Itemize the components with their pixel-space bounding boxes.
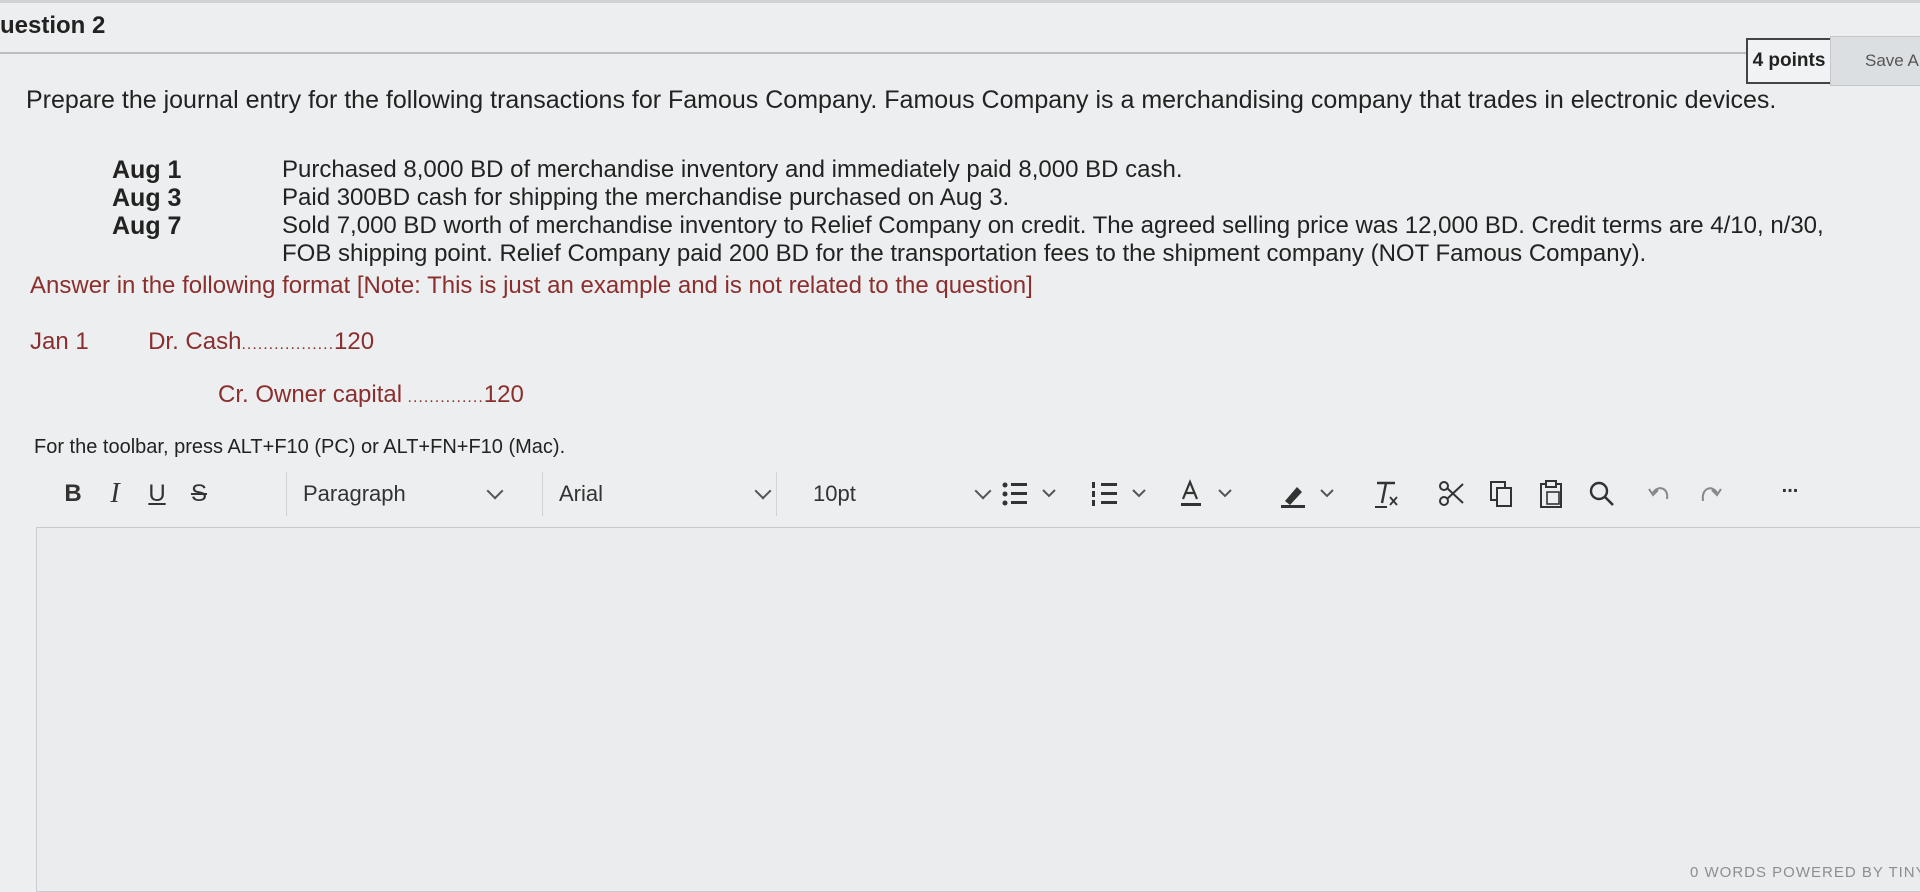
italic-button[interactable]: I xyxy=(98,474,132,514)
text-color-button[interactable] xyxy=(1176,474,1246,514)
top-divider xyxy=(0,0,1920,3)
editor-footer-status: 0 WORDS POWERED BY TINY xyxy=(1690,864,1920,881)
transaction-date: Aug 3 xyxy=(112,184,182,212)
undo-icon xyxy=(1648,487,1669,500)
redo-icon xyxy=(1701,487,1722,502)
copy-icon xyxy=(1490,481,1512,507)
font-size-select[interactable]: 10pt xyxy=(776,472,1007,516)
paragraph-select[interactable]: Paragraph xyxy=(286,472,537,516)
example-credit-line: Cr. Owner capital ..............120 xyxy=(218,381,524,409)
cut-button[interactable] xyxy=(1432,474,1472,514)
redo-button[interactable] xyxy=(1690,474,1730,514)
question-prompt: Prepare the journal entry for the follow… xyxy=(26,86,1777,114)
transaction-text: Purchased 8,000 BD of merchandise invent… xyxy=(282,156,1183,183)
numbered-list-button[interactable] xyxy=(1086,474,1156,514)
example-credit-amount: 120 xyxy=(483,381,524,408)
editor-toolbar: B I U S Paragraph Arial 10pt ... xyxy=(36,462,1920,528)
example-debit-amount: 120 xyxy=(334,328,375,355)
find-replace-button[interactable] xyxy=(1582,474,1622,514)
transaction-descriptions: Purchased 8,000 BD of merchandise invent… xyxy=(282,156,1824,268)
clipboard-icon xyxy=(1540,480,1562,508)
clear-formatting-icon xyxy=(1375,481,1398,508)
highlight-color-button[interactable] xyxy=(1276,474,1346,514)
paragraph-select-value: Paragraph xyxy=(303,481,406,506)
question-header-rule xyxy=(0,52,1746,54)
paste-button[interactable] xyxy=(1532,474,1572,514)
transaction-date: Aug 7 xyxy=(112,212,182,240)
transaction-date: Aug 1 xyxy=(112,156,182,184)
font-family-select[interactable]: Arial xyxy=(542,472,793,516)
undo-button[interactable] xyxy=(1640,474,1680,514)
points-badge: 4 points xyxy=(1746,38,1830,84)
example-credit-label: Cr. Owner capital xyxy=(218,381,403,408)
answer-format-note: Answer in the following format [Note: Th… xyxy=(30,272,1033,299)
bold-button[interactable]: B xyxy=(56,474,90,514)
transaction-dates: Aug 1 Aug 3 Aug 7 xyxy=(112,156,181,240)
copy-button[interactable] xyxy=(1482,474,1522,514)
strikethrough-button[interactable]: S xyxy=(182,474,216,514)
example-debit-dots: ................. xyxy=(241,336,335,353)
bullet-list-button[interactable] xyxy=(996,474,1066,514)
save-answer-button[interactable]: Save A xyxy=(1830,36,1920,86)
highlighter-icon xyxy=(1281,487,1334,508)
more-options-button[interactable]: ... xyxy=(1770,466,1810,506)
chevron-down-icon xyxy=(974,482,992,500)
transaction-text: Sold 7,000 BD worth of merchandise inven… xyxy=(282,212,1824,239)
example-credit-dots: .............. xyxy=(402,389,484,406)
scissors-icon xyxy=(1439,481,1464,506)
example-debit-line: Jan 1 Dr. Cash.................120 xyxy=(30,328,374,356)
font-family-select-value: Arial xyxy=(559,481,604,506)
chevron-down-icon xyxy=(486,482,504,500)
font-size-select-value: 10pt xyxy=(813,481,856,506)
transaction-text: Paid 300BD cash for shipping the merchan… xyxy=(282,184,1010,211)
example-debit-label: Dr. Cash xyxy=(148,328,242,355)
example-date: Jan 1 xyxy=(30,328,89,355)
question-title: uestion 2 xyxy=(0,12,106,39)
chevron-down-icon xyxy=(754,482,772,500)
search-icon xyxy=(1589,481,1614,506)
clear-formatting-button[interactable] xyxy=(1366,474,1406,514)
underline-button[interactable]: U xyxy=(140,474,174,514)
transaction-text: FOB shipping point. Relief Company paid … xyxy=(282,240,1647,267)
toolbar-hint: For the toolbar, press ALT+F10 (PC) or A… xyxy=(34,436,566,458)
numbered-list-icon xyxy=(1092,482,1146,506)
text-color-icon xyxy=(1181,479,1232,506)
bullet-list-icon xyxy=(1002,482,1056,506)
